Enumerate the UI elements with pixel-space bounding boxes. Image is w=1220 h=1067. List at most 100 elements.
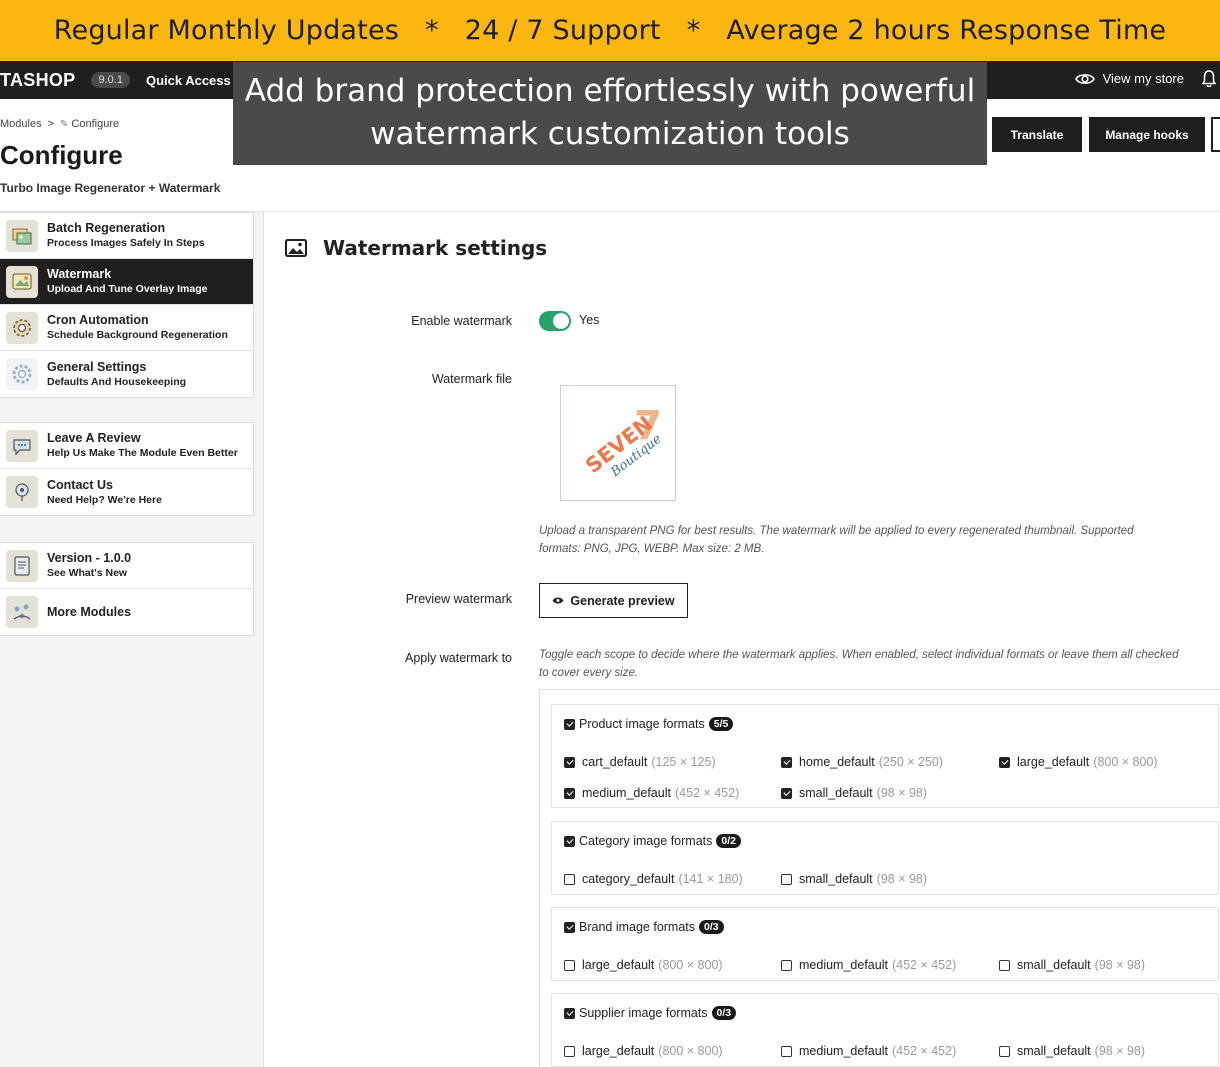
promo-item: Average 2 hours Response Time xyxy=(726,15,1167,46)
breadcrumb-modules[interactable]: Modules xyxy=(0,118,42,130)
sidebar-item-general-settings[interactable]: General Settings Defaults And Housekeepi… xyxy=(0,351,253,397)
apply-watermark-label: Apply watermark to xyxy=(405,651,512,665)
checkbox[interactable] xyxy=(564,873,575,885)
checkbox[interactable] xyxy=(564,787,575,799)
format-dimensions: (98 × 98) xyxy=(1094,958,1146,972)
help-line: to cover every size. xyxy=(539,667,639,679)
format-dimensions: (452 × 452) xyxy=(674,786,740,800)
sidebar-item-title: Cron Automation xyxy=(47,313,149,327)
format-option[interactable]: large_default (800 × 800) xyxy=(564,1044,723,1058)
checkbox[interactable] xyxy=(999,1045,1010,1057)
watermark-file-label: Watermark file xyxy=(431,372,512,386)
translate-button[interactable]: Translate xyxy=(992,117,1082,152)
format-option[interactable]: medium_default (452 × 452) xyxy=(564,786,739,800)
manage-hooks-button[interactable]: Manage hooks xyxy=(1089,117,1205,152)
scope-count-badge: 0/3 xyxy=(711,1006,737,1020)
format-option[interactable]: small_default (98 × 98) xyxy=(781,872,927,886)
checkbox[interactable] xyxy=(781,787,792,799)
format-option[interactable]: large_default (800 × 800) xyxy=(564,958,723,972)
checkbox[interactable] xyxy=(781,873,792,885)
sidebar-group-support: Leave A Review Help Us Make The Module E… xyxy=(0,422,254,516)
format-option[interactable]: home_default (250 × 250) xyxy=(781,755,943,769)
watermark-file-help: Upload a transparent PNG for best result… xyxy=(539,522,1133,558)
watermark-logo-image: 7 SEVEN Boutique xyxy=(581,403,665,481)
format-dimensions: (250 × 250) xyxy=(878,755,944,769)
settings-gear-icon xyxy=(6,358,38,390)
main-content: Watermark settings Enable watermark Yes … xyxy=(265,212,1220,1067)
scope-title: Category image formats xyxy=(579,834,713,848)
checkbox[interactable] xyxy=(781,959,792,971)
scope-header[interactable]: Product image formats 5/5 xyxy=(564,717,734,731)
sidebar-item-title: Batch Regeneration xyxy=(47,221,166,235)
scope-category: Category image formats 0/2 category_defa… xyxy=(551,821,1219,895)
format-name: small_default xyxy=(799,786,873,800)
sidebar-item-watermark[interactable]: Watermark Upload And Tune Overlay Image xyxy=(0,259,253,305)
format-option[interactable]: small_default (98 × 98) xyxy=(781,786,927,800)
checkbox[interactable] xyxy=(564,756,575,768)
promo-caption-overlay: Add brand protection effortlessly with p… xyxy=(233,62,987,165)
watermark-file-preview[interactable]: 7 SEVEN Boutique xyxy=(560,385,676,501)
page-subtitle: Turbo Image Regenerator + Watermark xyxy=(0,181,221,195)
modules-icon xyxy=(6,596,38,628)
sidebar-item-desc: Help Us Make The Module Even Better xyxy=(47,447,238,459)
section-header: Watermark settings xyxy=(285,236,547,260)
checkbox[interactable] xyxy=(999,756,1010,768)
app-logo[interactable]: TASHOP xyxy=(0,70,75,91)
eye-icon xyxy=(552,597,564,604)
page-title: Configure xyxy=(0,140,123,170)
sidebar-item-more-modules[interactable]: More Modules xyxy=(0,589,253,635)
eye-icon xyxy=(1074,73,1095,84)
sidebar-item-cron-automation[interactable]: Cron Automation Schedule Background Rege… xyxy=(0,305,253,351)
sidebar-item-desc: Schedule Background Regeneration xyxy=(47,329,228,341)
checkbox[interactable] xyxy=(564,1045,575,1057)
scope-count-badge: 0/2 xyxy=(716,834,741,848)
bell-icon[interactable] xyxy=(1202,70,1216,88)
format-option[interactable]: medium_default (452 × 452) xyxy=(781,1044,956,1058)
view-store-link[interactable]: View my store xyxy=(1074,71,1184,86)
sidebar-item-leave-review[interactable]: Leave A Review Help Us Make The Module E… xyxy=(0,423,253,469)
format-option[interactable]: cart_default (125 × 125) xyxy=(564,755,716,769)
checkbox[interactable] xyxy=(564,718,575,730)
sidebar-item-title: Watermark xyxy=(47,267,112,281)
format-option[interactable]: category_default (141 × 180) xyxy=(564,872,743,886)
promo-bar: Regular Monthly Updates * 24 / 7 Support… xyxy=(0,0,1220,61)
checkbox[interactable] xyxy=(999,959,1010,971)
checkbox[interactable] xyxy=(781,1045,792,1057)
checkbox[interactable] xyxy=(564,835,575,847)
checkbox[interactable] xyxy=(564,921,575,933)
format-option[interactable]: medium_default (452 × 452) xyxy=(781,958,956,972)
format-name: medium_default xyxy=(799,1044,888,1058)
breadcrumb-separator: > xyxy=(47,118,55,130)
generate-preview-button[interactable]: Generate preview xyxy=(539,583,688,618)
caption-line: watermark customization tools xyxy=(370,116,850,152)
enable-watermark-toggle[interactable] xyxy=(539,311,571,331)
sidebar-item-version[interactable]: Version - 1.0.0 See What's New xyxy=(0,543,253,589)
scope-header[interactable]: Supplier image formats 0/3 xyxy=(564,1006,737,1020)
format-name: category_default xyxy=(582,872,675,886)
sidebar-item-title: General Settings xyxy=(47,359,147,374)
enable-watermark-label: Enable watermark xyxy=(411,314,512,328)
checkbox[interactable] xyxy=(564,959,575,971)
enable-watermark-value: Yes xyxy=(579,313,600,327)
help-line: Upload a transparent PNG for best result… xyxy=(539,525,1134,537)
scope-count-badge: 0/3 xyxy=(699,920,724,934)
scope-header[interactable]: Category image formats 0/2 xyxy=(564,834,741,848)
scope-title: Supplier image formats xyxy=(579,1006,708,1020)
format-name: cart_default xyxy=(582,755,648,769)
scope-header[interactable]: Brand image formats 0/3 xyxy=(564,920,724,934)
promo-separator: * xyxy=(686,15,701,46)
format-option[interactable]: large_default (800 × 800) xyxy=(999,755,1158,769)
scope-supplier: Supplier image formats 0/3 large_default… xyxy=(551,993,1219,1067)
format-option[interactable]: small_default (98 × 98) xyxy=(999,958,1145,972)
format-option[interactable]: small_default (98 × 98) xyxy=(999,1044,1145,1058)
checkbox[interactable] xyxy=(781,756,792,768)
quick-access-menu[interactable]: Quick Access xyxy=(146,73,231,88)
more-button[interactable] xyxy=(1211,117,1220,152)
sidebar-item-title: Contact Us xyxy=(47,477,113,492)
sidebar-item-batch-regeneration[interactable]: Batch Regeneration Process Images Safely… xyxy=(0,213,253,259)
format-dimensions: (98 × 98) xyxy=(876,786,928,800)
format-dimensions: (800 × 800) xyxy=(658,1044,723,1058)
checkbox[interactable] xyxy=(564,1007,575,1019)
breadcrumb-configure[interactable]: Configure xyxy=(71,118,119,130)
sidebar-item-contact-us[interactable]: Contact Us Need Help? We're Here xyxy=(0,469,253,515)
